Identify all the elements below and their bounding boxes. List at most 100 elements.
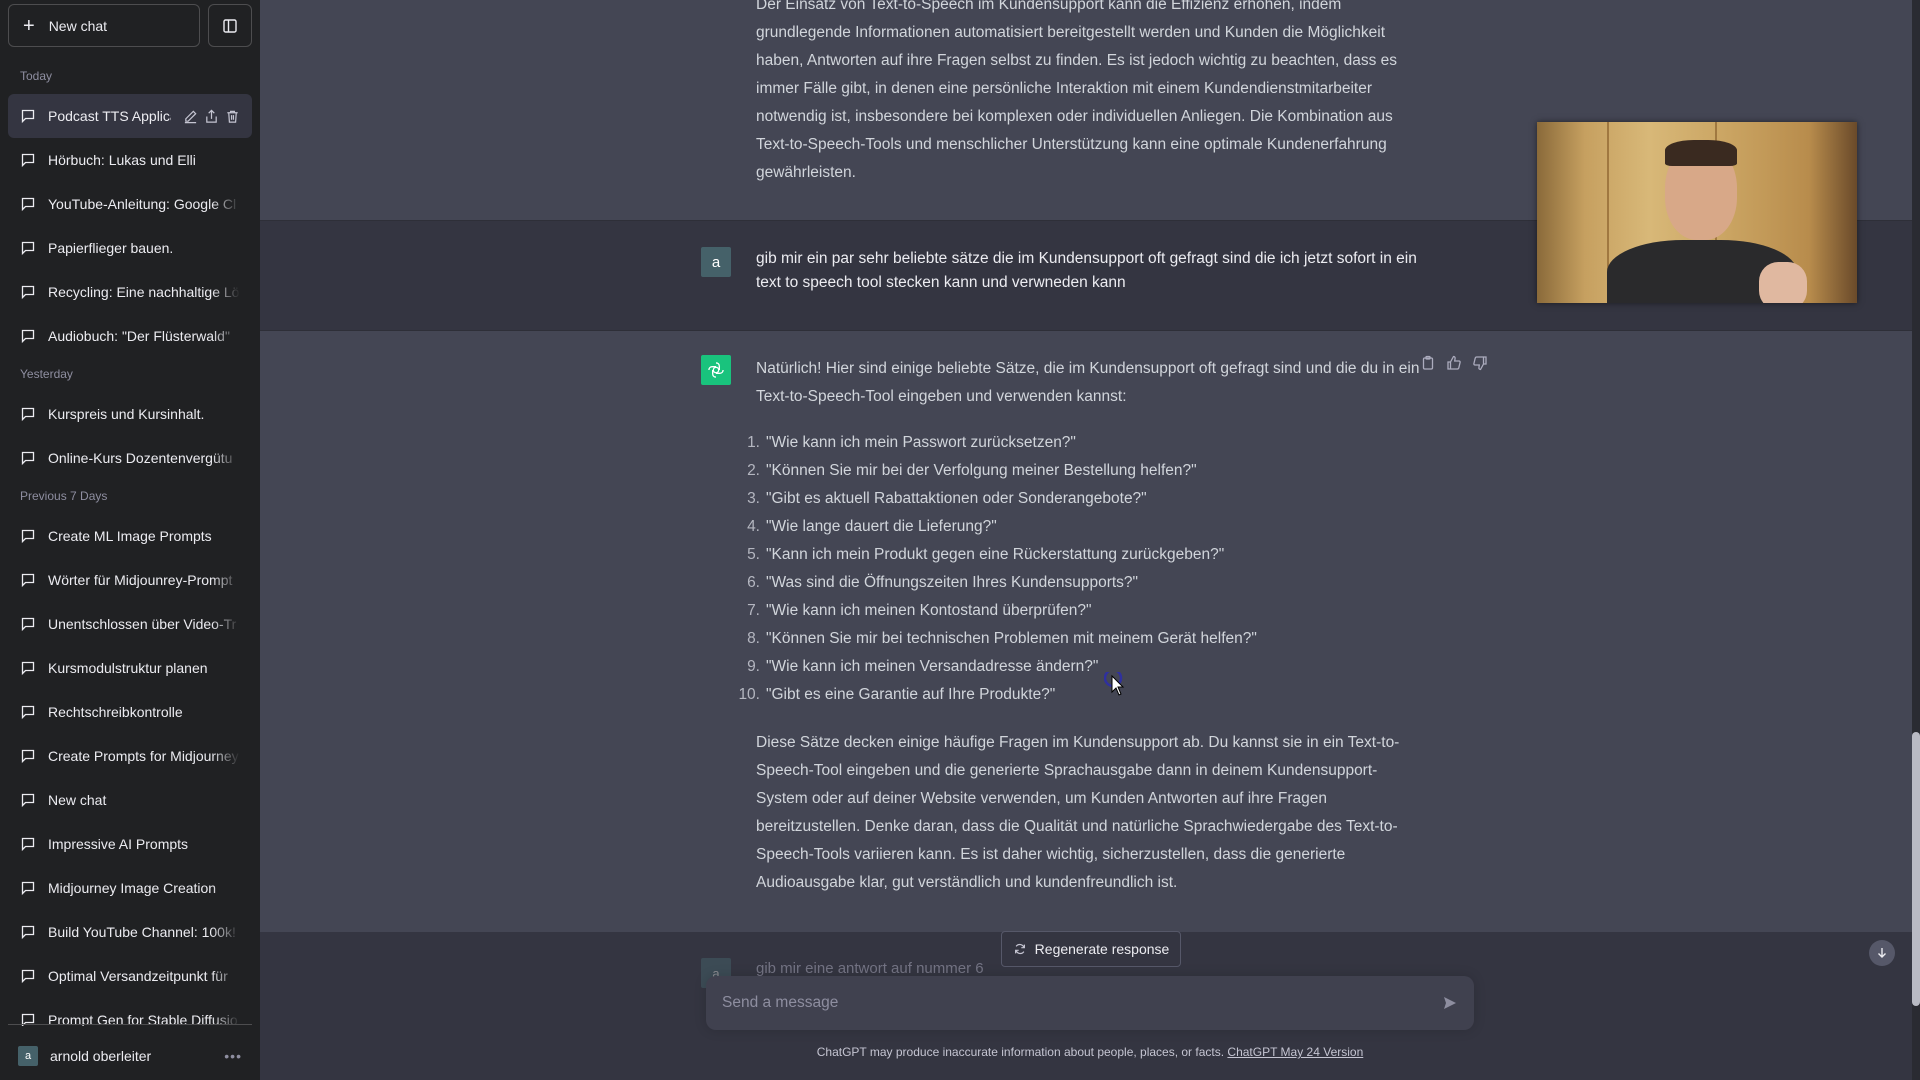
message-composer — [706, 976, 1474, 1030]
refresh-icon — [1014, 943, 1025, 955]
list-number: 5. — [747, 546, 760, 563]
sidebar-conversation-item[interactable]: Build YouTube Channel: 100k! — [8, 910, 252, 954]
chat-bubble-icon — [21, 881, 35, 896]
scroll-to-bottom-button[interactable] — [1869, 940, 1895, 966]
user-avatar: a — [701, 247, 731, 277]
conversation-title: New chat — [48, 792, 107, 808]
regenerate-label: Regenerate response — [1034, 941, 1170, 957]
assistant-message-text: Der Einsatz von Text-to-Speech im Kunden… — [756, 0, 1398, 181]
message-input[interactable] — [722, 994, 1442, 1012]
ellipsis-icon[interactable]: ••• — [224, 1048, 242, 1064]
conversation-title: Kursmodulstruktur planen — [48, 660, 208, 676]
sidebar-conversation-item[interactable]: Wörter für Midjounrey-Prompt — [8, 558, 252, 602]
list-text: "Gibt es aktuell Rabattaktionen oder Son… — [766, 490, 1147, 507]
chat-bubble-icon — [21, 837, 35, 852]
chat-bubble-icon — [21, 241, 35, 256]
thumbs-up-icon[interactable] — [1446, 355, 1462, 371]
user-menu-button[interactable]: a arnold oberleiter ••• — [8, 1036, 252, 1076]
sidebar-conversation-item[interactable]: Impressive AI Prompts — [8, 822, 252, 866]
conversation-title: Midjourney Image Creation — [48, 880, 217, 896]
list-text: "Kann ich mein Produkt gegen eine Rücker… — [766, 546, 1225, 563]
new-chat-button[interactable]: + New chat — [8, 4, 200, 47]
question-list-item: 2. "Können Sie mir bei der Verfolgung mei… — [747, 457, 1428, 485]
sidebar-conversation-item[interactable]: Create Prompts for Midjourney — [8, 734, 252, 778]
copy-icon[interactable] — [1420, 355, 1436, 371]
chat-bubble-icon — [21, 197, 35, 212]
sidebar-conversation-item[interactable]: Kursmodulstruktur planen — [8, 646, 252, 690]
sidebar-conversation-item[interactable]: Prompt Gen for Stable Diffusio — [8, 998, 252, 1026]
list-text: "Wie kann ich mein Passwort zurücksetzen… — [766, 434, 1076, 451]
conversation-title: Hörbuch: Lukas und Elli — [48, 152, 196, 168]
toggle-sidebar-button[interactable] — [208, 4, 252, 47]
scrollbar-thumb[interactable] — [1912, 732, 1920, 1006]
message-actions — [1420, 355, 1488, 371]
conversation-title: Optimal Versandzeitpunkt für — [48, 968, 228, 984]
thumbs-down-icon[interactable] — [1472, 355, 1488, 371]
list-number: 1. — [747, 434, 760, 451]
sidebar-conversation-item[interactable]: Recycling: Eine nachhaltige Lö — [8, 270, 252, 314]
list-text: "Wie kann ich meinen Kontostand überprüf… — [766, 602, 1092, 619]
send-button[interactable] — [1442, 995, 1458, 1011]
chat-bubble-icon — [21, 153, 35, 168]
sidebar-group-label: Today — [20, 69, 53, 83]
conversation-title: YouTube-Anleitung: Google Cl — [48, 196, 237, 212]
chat-bubble-icon — [21, 661, 35, 676]
question-list-item: 8. "Können Sie mir bei technischen Proble… — [747, 625, 1428, 653]
sidebar-conversation-item[interactable]: Create ML Image Prompts — [8, 514, 252, 558]
sidebar-conversation-item[interactable]: Unentschlossen über Video-Tr — [8, 602, 252, 646]
chat-bubble-icon — [21, 969, 35, 984]
conversation-title: Rechtschreibkontrolle — [48, 704, 183, 720]
user-avatar: a — [18, 1046, 38, 1066]
sidebar-conversation-item[interactable]: Optimal Versandzeitpunkt für — [8, 954, 252, 998]
sidebar-group-label: Yesterday — [20, 367, 73, 381]
chat-bubble-icon — [21, 749, 35, 764]
chat-bubble-icon — [21, 407, 35, 422]
sidebar-conversation-item[interactable]: Audiobuch: "Der Flüsterwald" — [8, 314, 252, 358]
sidebar-conversation-item[interactable]: Online-Kurs Dozentenvergütu — [8, 436, 252, 480]
sidebar-header: + New chat — [8, 4, 252, 47]
chatgpt-logo-icon — [701, 355, 731, 385]
conversation-title: Podcast TTS Applica — [48, 108, 171, 124]
list-text: "Wie lange dauert die Lieferung?" — [766, 518, 997, 535]
chat-bubble-icon — [21, 285, 35, 300]
chat-bubble-icon — [21, 573, 35, 588]
list-text: "Gibt es eine Garantie auf Ihre Produkte… — [766, 686, 1056, 703]
sidebar-conversation-item[interactable]: Papierflieger bauen. — [8, 226, 252, 270]
plus-icon: + — [23, 14, 35, 37]
question-list-item: 5. "Kann ich mein Produkt gegen eine Rück… — [747, 541, 1428, 569]
sidebar-conversation-item[interactable]: Kurspreis und Kursinhalt. — [8, 392, 252, 436]
disclaimer: ChatGPT may produce inaccurate informati… — [706, 1045, 1474, 1059]
question-list-item: 7. "Wie kann ich meinen Kontostand überpr… — [747, 597, 1428, 625]
sidebar-conversation-item[interactable]: Rechtschreibkontrolle — [8, 690, 252, 734]
conversation-actions — [183, 109, 240, 124]
sidebar-conversation-item[interactable]: New chat — [8, 778, 252, 822]
sidebar-conversation-item[interactable]: YouTube-Anleitung: Google Cl — [8, 182, 252, 226]
webcam-overlay — [1537, 122, 1857, 303]
assistant-message: Natürlich! Hier sind einige beliebte Sät… — [260, 331, 1912, 932]
trash-icon[interactable] — [225, 109, 240, 124]
list-text: "Was sind die Öffnungszeiten Ihres Kunde… — [766, 574, 1139, 591]
webcam-person-hand — [1759, 262, 1807, 303]
list-text: "Können Sie mir bei der Verfolgung meine… — [766, 462, 1197, 479]
sidebar-conversation-item[interactable]: Podcast TTS Applica — [8, 94, 252, 138]
assistant-message-body: Natürlich! Hier sind einige beliebte Sät… — [738, 355, 1428, 897]
sidebar-conversation-item[interactable]: Midjourney Image Creation — [8, 866, 252, 910]
chat-bubble-icon — [21, 451, 35, 466]
assistant-intro: Natürlich! Hier sind einige beliebte Sät… — [756, 360, 1420, 405]
share-icon[interactable] — [204, 109, 219, 124]
edit-icon[interactable] — [183, 109, 198, 124]
list-text: "Wie kann ich meinen Versandadresse ände… — [766, 658, 1099, 675]
version-link[interactable]: ChatGPT May 24 Version — [1227, 1045, 1363, 1059]
regenerate-response-button[interactable]: Regenerate response — [1001, 931, 1181, 967]
conversation-title: Create ML Image Prompts — [48, 528, 212, 544]
conversation-title: Kurspreis und Kursinhalt. — [48, 406, 205, 422]
sidebar-conversation-item[interactable]: Hörbuch: Lukas und Elli — [8, 138, 252, 182]
list-number: 8. — [747, 630, 760, 647]
chat-bubble-icon — [21, 109, 35, 124]
conversation-title: Unentschlossen über Video-Tr — [48, 616, 237, 632]
sidebar-toggle-icon — [223, 18, 237, 33]
list-text: "Können Sie mir bei technischen Probleme… — [766, 630, 1257, 647]
question-list: 1. "Wie kann ich mein Passwort zurücksetz… — [738, 429, 1428, 709]
list-number: 3. — [747, 490, 760, 507]
question-list-item: 10. "Gibt es eine Garantie auf Ihre Produ… — [738, 681, 1428, 709]
